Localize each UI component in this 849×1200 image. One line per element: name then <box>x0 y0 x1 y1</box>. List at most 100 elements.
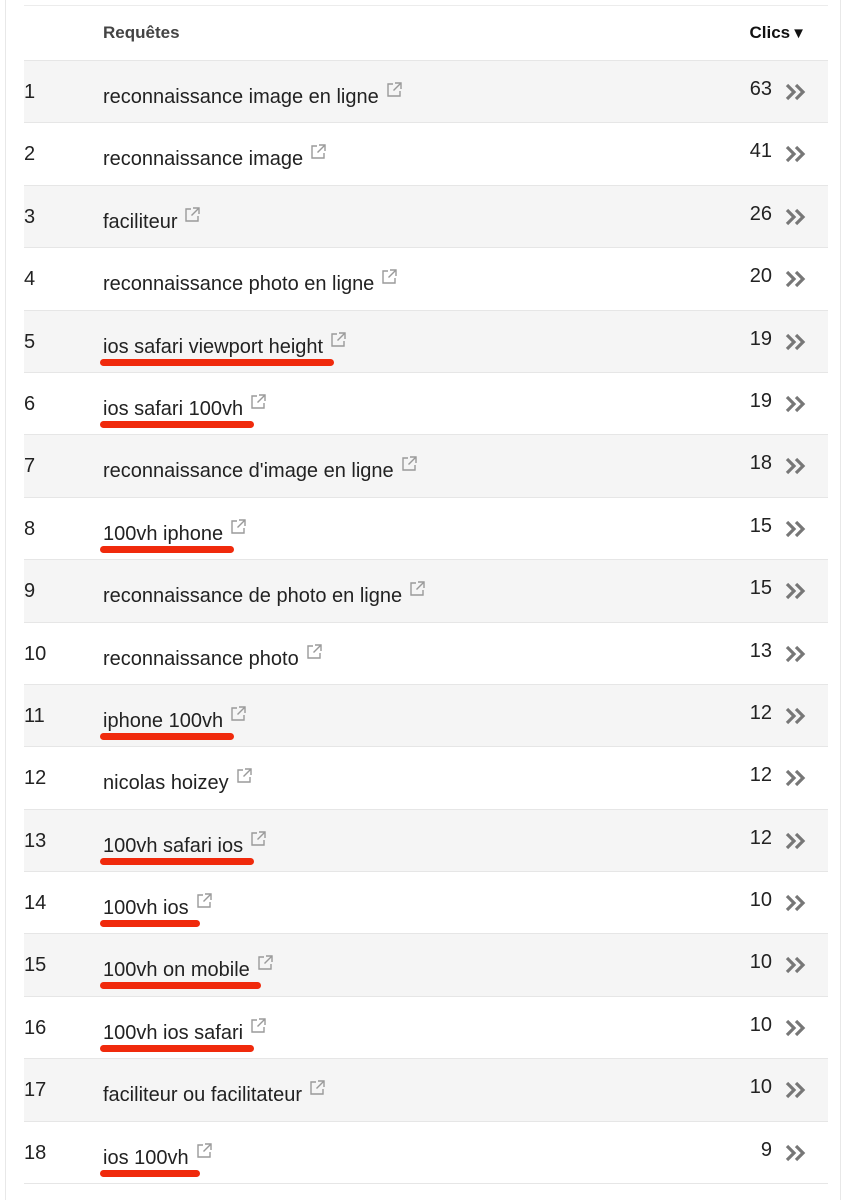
double-chevron-right-icon[interactable] <box>784 1080 808 1100</box>
double-chevron-right-icon[interactable] <box>784 456 808 476</box>
highlight-underline <box>100 982 261 990</box>
table-row: 5 ios safari viewport height 19 <box>24 310 828 373</box>
row-rank: 4 <box>24 268 36 291</box>
double-chevron-right-icon[interactable] <box>784 144 808 164</box>
row-clicks: 12 <box>749 764 772 787</box>
external-link-icon[interactable] <box>229 705 247 723</box>
query-text: ios safari viewport height <box>103 335 324 358</box>
query-text: 100vh iphone <box>103 522 224 545</box>
table-row: 1 reconnaissance image en ligne 63 <box>24 61 828 124</box>
external-link-icon[interactable] <box>195 892 213 910</box>
table-row: 4 reconnaissance photo en ligne 20 <box>24 248 828 311</box>
row-rank: 7 <box>24 455 36 478</box>
query-link[interactable]: reconnaissance image en ligne <box>103 81 403 109</box>
query-text: reconnaissance image en ligne <box>103 86 379 108</box>
row-rank: 3 <box>24 205 36 228</box>
query-link[interactable]: 100vh iphone <box>103 518 247 546</box>
external-link-icon[interactable] <box>249 830 267 848</box>
query-link[interactable]: reconnaissance photo <box>103 643 323 671</box>
external-link-icon[interactable] <box>256 954 274 972</box>
clicks-column-header[interactable]: Clics▼ <box>750 23 807 43</box>
double-chevron-right-icon[interactable] <box>784 1018 808 1038</box>
double-chevron-right-icon[interactable] <box>784 831 808 851</box>
external-link-icon[interactable] <box>408 580 426 598</box>
double-chevron-right-icon[interactable] <box>784 269 808 289</box>
query-link[interactable]: faciliteur ou facilitateur <box>103 1079 326 1107</box>
highlight-underline <box>100 1169 200 1177</box>
external-link-icon[interactable] <box>195 1142 213 1160</box>
external-link-icon[interactable] <box>400 455 418 473</box>
query-link[interactable]: reconnaissance de photo en ligne <box>103 580 426 608</box>
query-link[interactable]: ios safari viewport height <box>103 331 347 359</box>
table-row: 13 100vh safari ios 12 <box>24 809 828 873</box>
double-chevron-right-icon[interactable] <box>784 768 808 788</box>
external-link-icon[interactable] <box>385 81 403 99</box>
row-rank: 1 <box>24 81 36 103</box>
external-link-icon[interactable] <box>229 518 247 536</box>
query-link[interactable]: ios 100vh <box>103 1142 213 1170</box>
highlight-underline <box>100 857 255 865</box>
external-link-icon[interactable] <box>329 331 347 349</box>
row-rank: 2 <box>24 143 36 166</box>
table-body: 1 reconnaissance image en ligne 63 2 reconna… <box>24 61 828 1185</box>
row-clicks: 18 <box>749 452 772 475</box>
row-rank: 9 <box>24 580 36 603</box>
external-link-icon[interactable] <box>249 1017 267 1035</box>
row-clicks: 9 <box>760 1138 772 1161</box>
query-link[interactable]: faciliteur <box>103 206 201 234</box>
query-text: 100vh on mobile <box>103 959 250 982</box>
double-chevron-right-icon[interactable] <box>784 394 808 414</box>
row-clicks: 10 <box>749 889 772 912</box>
row-rank: 17 <box>24 1079 47 1102</box>
query-link[interactable]: reconnaissance d'image en ligne <box>103 455 418 483</box>
external-link-icon[interactable] <box>183 206 201 224</box>
query-link[interactable]: nicolas hoizey <box>103 767 253 795</box>
query-link[interactable]: reconnaissance image <box>103 143 327 171</box>
double-chevron-right-icon[interactable] <box>784 706 808 726</box>
external-link-icon[interactable] <box>308 1079 326 1097</box>
query-text: ios safari 100vh <box>103 397 244 420</box>
table-row: 12 nicolas hoizey 12 <box>24 747 828 810</box>
row-rank: 15 <box>24 954 47 977</box>
row-rank: 12 <box>24 767 47 790</box>
double-chevron-right-icon[interactable] <box>784 644 808 664</box>
double-chevron-right-icon[interactable] <box>784 955 808 975</box>
external-link-icon[interactable] <box>309 143 327 161</box>
double-chevron-right-icon[interactable] <box>784 332 808 352</box>
row-rank: 8 <box>24 517 36 540</box>
query-link[interactable]: ios safari 100vh <box>103 393 267 421</box>
clicks-header-label: Clics <box>749 23 791 42</box>
highlight-underline <box>100 545 235 553</box>
query-link[interactable]: 100vh ios <box>103 892 213 920</box>
table-row: 7 reconnaissance d'image en ligne 18 <box>24 435 828 498</box>
query-link[interactable]: iphone 100vh <box>103 705 247 733</box>
queries-column-header[interactable]: Requêtes <box>103 23 180 43</box>
query-link[interactable]: 100vh ios safari <box>103 1017 267 1045</box>
query-link[interactable]: reconnaissance photo en ligne <box>103 268 398 296</box>
highlight-underline <box>100 358 335 366</box>
external-link-icon[interactable] <box>235 767 253 785</box>
query-text: nicolas hoizey <box>103 772 229 795</box>
external-link-icon[interactable] <box>249 393 267 411</box>
double-chevron-right-icon[interactable] <box>784 893 808 913</box>
query-text: ios 100vh <box>103 1146 189 1169</box>
query-text: reconnaissance d'image en ligne <box>103 460 394 483</box>
row-clicks: 19 <box>749 389 772 412</box>
query-text: 100vh ios safari <box>103 1021 244 1044</box>
row-clicks: 10 <box>749 1013 772 1036</box>
row-rank: 18 <box>24 1141 47 1164</box>
row-clicks: 12 <box>749 701 772 724</box>
double-chevron-right-icon[interactable] <box>784 82 808 102</box>
double-chevron-right-icon[interactable] <box>784 207 808 227</box>
row-rank: 14 <box>24 892 47 915</box>
double-chevron-right-icon[interactable] <box>784 581 808 601</box>
double-chevron-right-icon[interactable] <box>784 519 808 539</box>
double-chevron-right-icon[interactable] <box>784 1143 808 1163</box>
external-link-icon[interactable] <box>380 268 398 286</box>
row-rank: 13 <box>24 829 47 852</box>
query-text: reconnaissance photo <box>103 647 299 670</box>
table-row: 9 reconnaissance de photo en ligne 15 <box>24 560 828 623</box>
query-link[interactable]: 100vh safari ios <box>103 830 267 858</box>
query-link[interactable]: 100vh on mobile <box>103 954 274 982</box>
external-link-icon[interactable] <box>305 643 323 661</box>
